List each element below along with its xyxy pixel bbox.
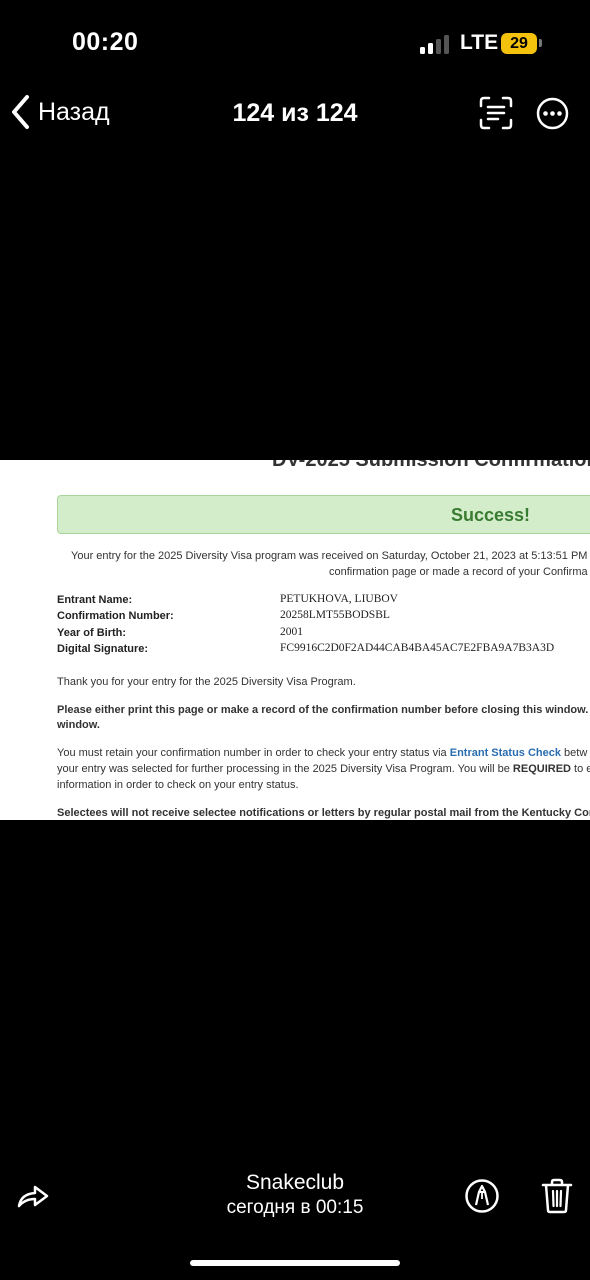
confirmation-number-value: 20258LMT55BODSBL xyxy=(280,609,390,621)
battery-icon: 29 xyxy=(501,33,537,54)
print-notice-line-2: window. xyxy=(57,719,100,731)
success-text: Success! xyxy=(451,505,531,525)
required-text: REQUIRED xyxy=(512,763,571,775)
markup-pen-icon xyxy=(465,1179,499,1213)
print-notice-line-1: Please either print this page or make a … xyxy=(57,704,589,716)
entrant-name-value: PETUKHOVA, LIUBOV xyxy=(280,593,398,605)
digital-signature-label: Digital Signature: xyxy=(57,643,149,655)
sender-name: Snakeclub xyxy=(245,1171,345,1194)
live-text-button[interactable] xyxy=(479,96,513,130)
year-of-birth-label: Year of Birth: xyxy=(57,627,127,639)
retain-line-3: information in order to check on your en… xyxy=(57,779,299,791)
cellular-signal-icon xyxy=(420,34,452,54)
retain-line-1: You must retain your confirmation number… xyxy=(57,747,588,759)
markup-button[interactable] xyxy=(464,1178,500,1214)
selectees-notice: Selectees will not receive selectee noti… xyxy=(57,807,590,819)
home-indicator[interactable] xyxy=(190,1260,400,1266)
year-of-birth-value: 2001 xyxy=(280,626,303,638)
trash-icon xyxy=(541,1178,573,1214)
document-image: DV-2025 Submission Confirmation: E Succe… xyxy=(0,460,590,820)
live-text-icon xyxy=(479,96,513,130)
entrant-name-label: Entrant Name: xyxy=(57,594,133,606)
received-line-2: confirmation page or made a record of yo… xyxy=(329,566,588,578)
success-banner: Success! xyxy=(57,495,590,534)
ellipsis-circle-icon xyxy=(536,97,569,130)
confirmation-number-label: Confirmation Number: xyxy=(57,610,174,622)
network-type: LTE xyxy=(460,31,499,54)
battery-cap xyxy=(539,39,542,47)
thanks-text: Thank you for your entry for the 2025 Di… xyxy=(57,676,356,688)
received-line-1: Your entry for the 2025 Diversity Visa p… xyxy=(71,550,588,562)
entrant-status-check-link[interactable]: Entrant Status Check xyxy=(450,747,561,759)
document-title: DV-2025 Submission Confirmation: E xyxy=(272,460,590,471)
status-time: 00:20 xyxy=(72,28,139,56)
message-date: сегодня в 00:15 xyxy=(226,1197,364,1218)
more-button[interactable] xyxy=(536,97,569,130)
delete-button[interactable] xyxy=(541,1178,573,1214)
retain-line-2: your entry was selected for further proc… xyxy=(57,763,590,775)
digital-signature-value: FC9916C2D0F2AD44CAB4BA45AC7E2FBA9A7B3A3D xyxy=(280,642,555,654)
